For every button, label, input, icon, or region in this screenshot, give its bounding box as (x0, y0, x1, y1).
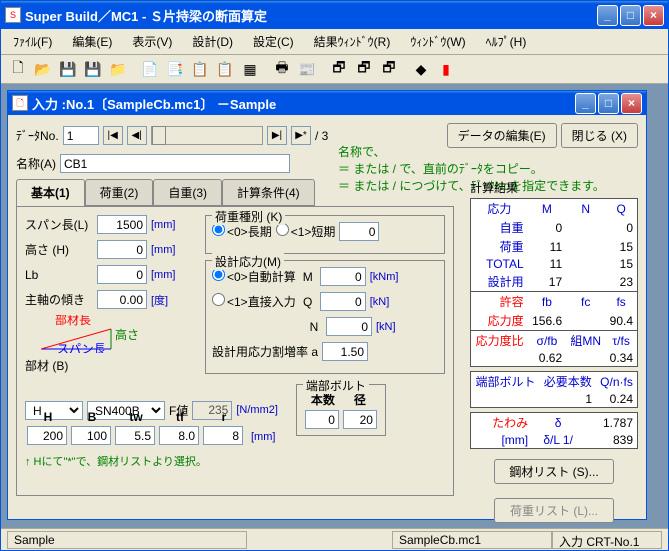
datano-slider[interactable] (151, 126, 263, 145)
copy-icon[interactable]: 📋 (189, 58, 211, 80)
datano-label: ﾃﾞｰﾀNo. (16, 127, 59, 144)
loadtype-title: 荷重種別 (K) (212, 208, 285, 225)
loadtype-value[interactable] (339, 222, 379, 241)
tab-load[interactable]: 荷重(2) (85, 179, 154, 206)
load-list-button: 荷重リスト (L)... (494, 498, 614, 523)
menu-edit[interactable]: 編集(E) (68, 31, 116, 52)
designm-r0[interactable]: <0>自動計算 (212, 268, 296, 285)
tab-self[interactable]: 自重(3) (153, 179, 222, 206)
sub-minimize-button[interactable]: _ (575, 93, 596, 114)
menu-design[interactable]: 設計(D) (188, 31, 237, 52)
datano-input[interactable] (63, 126, 99, 145)
hint-1: 名称で、 (338, 143, 605, 160)
hint-2: ＝ または / で、直前のﾃﾞｰﾀをコピー。 (338, 160, 605, 177)
help-icon[interactable]: ◆ (410, 58, 432, 80)
new-icon[interactable]: 🗋 (7, 58, 29, 80)
loadtype-r0[interactable]: <0>長期 (212, 223, 272, 240)
bolt-d-input[interactable] (343, 410, 377, 429)
win3-icon[interactable]: 🗗 (378, 58, 400, 80)
lb-input[interactable] (97, 265, 147, 284)
axis-label: 主軸の傾き (25, 291, 93, 308)
name-input[interactable] (60, 154, 290, 173)
results-title: 計算結果 (470, 179, 638, 196)
toolbar: 🗋 📂 💾 💾 📁 📄 📑 📋 📋 ▦ 🖶 📰 🗗 🗗 🗗 ◆ ▮ (1, 55, 668, 84)
open-icon[interactable]: 📂 (32, 58, 54, 80)
last-button[interactable]: ▶* (291, 126, 311, 145)
dim-tw[interactable] (115, 426, 155, 445)
doc2-icon[interactable]: 📑 (164, 58, 186, 80)
dim-r[interactable] (203, 426, 243, 445)
menu-help[interactable]: ﾍﾙﾌﾟ(H) (482, 31, 531, 52)
svg-text:スパン長: スパン長 (57, 342, 106, 353)
span-input[interactable] (97, 215, 147, 234)
save-icon[interactable]: 💾 (57, 58, 79, 80)
print-icon[interactable]: 🖶 (271, 58, 293, 80)
subwin-title: 入力 :No.1〔SampleCb.mc1〕 －Sample (32, 94, 575, 113)
folder-icon[interactable]: 📁 (107, 58, 129, 80)
q-input[interactable] (320, 292, 366, 311)
member-diagram: 部材長高さスパン長 (41, 315, 115, 353)
menu-view[interactable]: 表示(V) (128, 31, 176, 52)
bolt-title: 端部ボルト (303, 377, 369, 394)
height-unit: [mm] (151, 244, 175, 256)
svg-text:高さ: 高さ (115, 327, 139, 342)
tab-basic[interactable]: 基本(1) (16, 179, 85, 206)
list-icon[interactable]: ▦ (239, 58, 261, 80)
designm-title: 設計応力(M) (212, 253, 284, 270)
menu-settings[interactable]: 設定(C) (249, 31, 298, 52)
dim-tf[interactable] (159, 426, 199, 445)
ratio-input[interactable] (322, 342, 368, 361)
maximize-button[interactable]: □ (620, 5, 641, 26)
prev-button[interactable]: ◀| (127, 126, 147, 145)
sub-close-button[interactable]: × (621, 93, 642, 114)
paste-icon[interactable]: 📋 (214, 58, 236, 80)
span-label: スパン長(L) (25, 216, 93, 233)
loadtype-r1[interactable]: <1>短期 (276, 223, 336, 240)
steel-list-button[interactable]: 鋼材リスト (S)... (494, 459, 614, 484)
member-note: ↑ Hにて"*"で、鋼材リストより選択。 (25, 453, 445, 469)
datano-total: / 3 (315, 129, 328, 143)
axis-input[interactable] (97, 290, 147, 309)
window-title: Super Build／MC1 - Ｓ片持梁の断面算定 (25, 6, 597, 25)
ratio-label: 設計用応力割増率 a (212, 343, 318, 360)
preview-icon[interactable]: 📰 (296, 58, 318, 80)
n-input[interactable] (326, 317, 372, 336)
doc1-icon[interactable]: 📄 (139, 58, 161, 80)
height-input[interactable] (97, 240, 147, 259)
m-input[interactable] (320, 267, 366, 286)
menu-file[interactable]: ﾌｧｲﾙ(F) (9, 31, 56, 52)
next-button[interactable]: ▶| (267, 126, 287, 145)
menu-result[interactable]: 結果ｳｨﾝﾄﾞｳ(R) (310, 31, 395, 52)
status-right: 入力 CRT-No.1 (552, 531, 662, 549)
subwin-icon: 🗋 (12, 95, 28, 111)
span-unit: [mm] (151, 219, 175, 231)
win2-icon[interactable]: 🗗 (353, 58, 375, 80)
member-label: 部材 (B) (25, 357, 195, 374)
menu-window[interactable]: ｳｨﾝﾄﾞｳ(W) (406, 31, 469, 52)
minimize-button[interactable]: _ (597, 5, 618, 26)
status-left: Sample (7, 531, 247, 549)
win1-icon[interactable]: 🗗 (328, 58, 350, 80)
first-button[interactable]: |◀ (103, 126, 123, 145)
exit-icon[interactable]: ▮ (435, 58, 457, 80)
svg-text:部材長: 部材長 (55, 315, 91, 327)
close-button[interactable]: × (643, 5, 664, 26)
app-icon: S (5, 7, 21, 23)
results-table: 応力MNQ 自重00 荷重1115 TOTAL1115 設計用1723 許容fb… (470, 198, 638, 367)
lb-label: Lb (25, 268, 93, 282)
dim-b[interactable] (71, 426, 111, 445)
status-mid: SampleCb.mc1 (392, 531, 552, 549)
bolt-n-input[interactable] (305, 410, 339, 429)
sub-maximize-button[interactable]: □ (598, 93, 619, 114)
dim-h[interactable] (27, 426, 67, 445)
height-label: 高さ (H) (25, 241, 93, 258)
designm-r1[interactable]: <1>直接入力 (212, 293, 296, 310)
name-label: 名称(A) (16, 155, 56, 172)
saveall-icon[interactable]: 💾 (82, 58, 104, 80)
axis-unit: [度] (151, 292, 168, 308)
menubar: ﾌｧｲﾙ(F) 編集(E) 表示(V) 設計(D) 設定(C) 結果ｳｨﾝﾄﾞｳ… (1, 29, 668, 55)
tab-calc[interactable]: 計算条件(4) (222, 179, 315, 206)
lb-unit: [mm] (151, 269, 175, 281)
